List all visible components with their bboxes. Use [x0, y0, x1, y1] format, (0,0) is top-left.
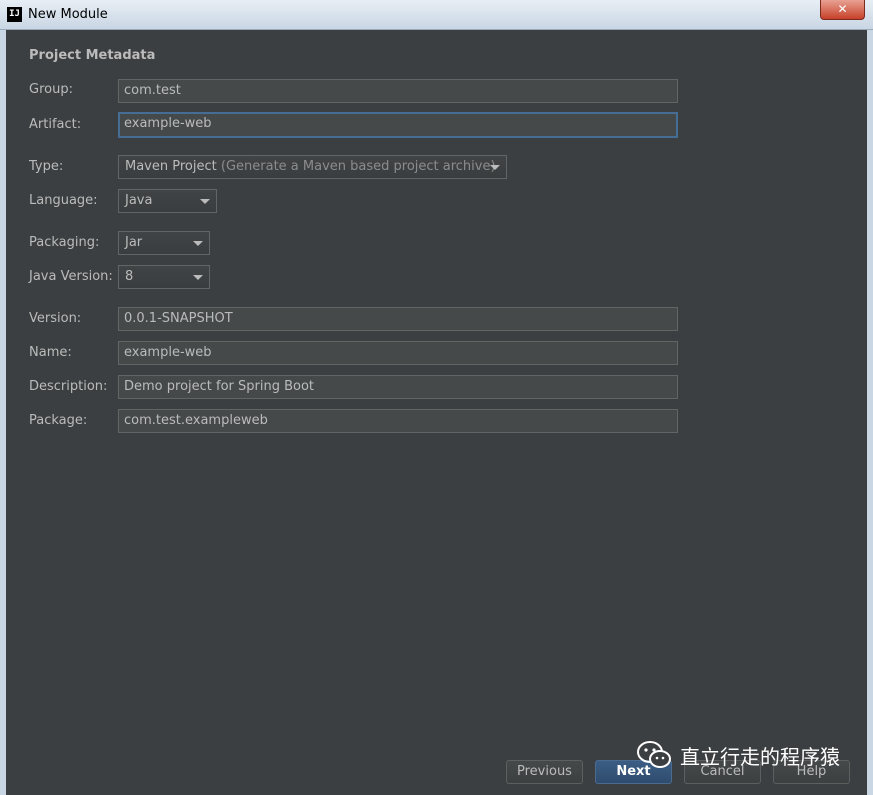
watermark-text: 直立行走的程序猿 — [680, 744, 840, 769]
type-select-hint: (Generate a Maven based project archive) — [220, 159, 496, 174]
type-label: Type: — [29, 159, 64, 174]
chevron-down-icon — [193, 241, 203, 246]
window-title: New Module — [28, 7, 108, 22]
window-titlebar[interactable]: IJ New Module ✕ — [0, 0, 873, 30]
package-label: Package: — [29, 413, 88, 428]
package-field[interactable]: com.test.exampleweb — [118, 409, 678, 433]
watermark: 直立行走的程序猿 — [636, 740, 840, 770]
packaging-label: Packaging: — [29, 235, 100, 250]
packaging-select[interactable]: Jar — [118, 231, 210, 255]
window-frame-right — [867, 30, 873, 795]
language-select-value: Java — [125, 193, 153, 208]
artifact-label: Artifact: — [29, 117, 82, 132]
artifact-field[interactable]: example-web — [118, 112, 678, 138]
type-select[interactable]: Maven Project (Generate a Maven based pr… — [118, 155, 507, 179]
intellij-icon: IJ — [7, 7, 22, 22]
chevron-down-icon — [490, 165, 500, 170]
group-label: Group: — [29, 82, 73, 97]
version-field[interactable]: 0.0.1-SNAPSHOT — [118, 307, 678, 331]
description-label: Description: — [29, 379, 108, 394]
chevron-down-icon — [193, 275, 203, 280]
section-title: Project Metadata — [29, 48, 156, 63]
java-version-select-value: 8 — [125, 269, 134, 284]
group-field[interactable]: com.test — [118, 79, 678, 103]
chevron-down-icon — [200, 199, 210, 204]
language-label: Language: — [29, 193, 98, 208]
description-field[interactable]: Demo project for Spring Boot — [118, 375, 678, 399]
name-label: Name: — [29, 345, 72, 360]
type-select-value: Maven Project — [125, 159, 217, 174]
close-icon[interactable]: ✕ — [820, 0, 865, 20]
previous-button[interactable]: Previous — [506, 760, 583, 784]
java-version-select[interactable]: 8 — [118, 265, 210, 289]
language-select[interactable]: Java — [118, 189, 217, 213]
version-label: Version: — [29, 311, 82, 326]
dialog-content: Project Metadata Group: com.test Artifac… — [6, 30, 867, 795]
java-version-label: Java Version: — [29, 269, 113, 284]
name-field[interactable]: example-web — [118, 341, 678, 365]
wechat-icon — [637, 741, 671, 768]
packaging-select-value: Jar — [125, 235, 143, 250]
